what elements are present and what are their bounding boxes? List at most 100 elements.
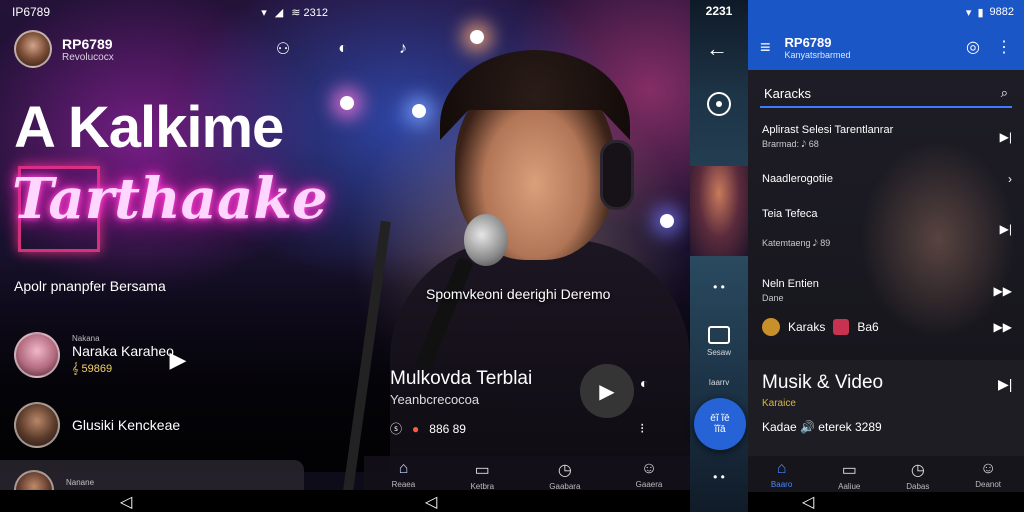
radio-icon[interactable]: ◎ [966, 37, 980, 57]
play-icon[interactable]: ▶| [1000, 130, 1012, 144]
search-placeholder: Karacks [764, 85, 811, 101]
strip-label: Iaarrv [708, 378, 730, 387]
signal-icon: ◢ [274, 6, 284, 19]
tab-profile[interactable]: ☺ Gaaera [636, 456, 663, 490]
video-caption: Spomvkeoni deerighi Deremo [426, 286, 611, 302]
system-nav-bar [0, 490, 690, 512]
profile-icon: ☺ [640, 460, 658, 477]
tab-home[interactable]: ⌂ Baaro [771, 456, 792, 492]
now-playing-title: Mulkovda Terblai [390, 368, 533, 389]
moon-icon[interactable]: ◐ [330, 36, 356, 62]
fast-forward-icon[interactable]: ▶▶ [994, 284, 1012, 298]
now-playing-subtitle: Yeanbcrecocoa [390, 392, 480, 407]
wifi-icon: ▾ [261, 6, 267, 19]
tab-home[interactable]: ⌂ Reaea [392, 456, 416, 490]
section-meta: Kadae 🔊 eterek 3289 [762, 420, 882, 434]
avatar [14, 402, 60, 448]
video-thumbnail[interactable] [690, 166, 748, 256]
track-eyebrow: Nanane [66, 477, 95, 487]
stage-light [660, 214, 674, 228]
explore-icon: ◷ [910, 462, 925, 479]
home-icon: ⌂ [776, 460, 787, 477]
search-input[interactable]: Karacks ⌕ [760, 80, 1012, 108]
wifi-icon: ▾ [965, 6, 972, 19]
item-title: Naadlerogotiie [762, 173, 833, 185]
tab-library[interactable]: ▭ Ketbra [470, 456, 494, 491]
cast-icon[interactable] [708, 326, 730, 344]
tab-label: Baaro [770, 480, 793, 489]
badge-row[interactable]: Karaks Ba6 ▶▶ [762, 318, 1012, 336]
strip-time: 2231 [705, 4, 733, 18]
share-icon[interactable]: ⚇ [270, 36, 296, 62]
bottom-tab-bar: ⌂ Baaro ▭ Aaliue ◷ Dabas ☺ Deanot [748, 456, 1024, 492]
tab-label: Gaaera [635, 480, 663, 489]
stage-light [412, 104, 426, 118]
hero-title: A Kalkime [14, 95, 284, 160]
nav-back-icon[interactable]: ◁ [425, 492, 437, 512]
tab-library[interactable]: ▭ Aaliue [838, 456, 860, 492]
play-icon[interactable]: ▶| [998, 376, 1012, 393]
dots-icon[interactable]: • • [690, 470, 748, 484]
list-item[interactable]: Neln Entien Dane ▶▶ [762, 278, 1012, 303]
app-subtitle: Kanyatsrbarmed [784, 49, 851, 60]
list-item[interactable]: Naadlerogotiie › [762, 172, 1012, 186]
tab-label: Dabas [906, 482, 930, 491]
fab-label: ēĩ ĩē [710, 413, 730, 424]
search-icon[interactable]: ⌕ [1001, 85, 1008, 101]
bottom-tab-bar: ⌂ Reaea ▭ Ketbra ◷ Gaabara ☺ Gaaera [364, 456, 690, 491]
play-button[interactable]: ▶ [152, 334, 204, 386]
list-item[interactable]: Glusiki Kenckeae [14, 402, 180, 448]
app-title: RP6789 [784, 34, 832, 50]
list-item[interactable]: Nakana Naraka Karaheo 𝄞 59869 [14, 332, 174, 378]
list-item[interactable]: Aplirast Selesi Tarentlanrar Brarmad: 𝅘𝅥… [762, 124, 1012, 150]
nav-back-icon[interactable]: ◁ [802, 492, 814, 512]
nav-back-icon[interactable]: ◁ [120, 492, 132, 512]
fab-button[interactable]: ēĩ ĩē ĩĩā [694, 398, 746, 450]
now-playing-play-button[interactable]: ▶ [580, 364, 634, 418]
tab-explore[interactable]: ◷ Dabas [906, 456, 929, 492]
battery-icon: ▮ [977, 6, 984, 19]
item-title: Aplirast Selesi Tarentlanrar [762, 124, 894, 136]
app-bar: ≡ RP6789 Kanyatsrbarmed ◎ ⋮ [748, 24, 1024, 70]
hero-neon-title: Tarthaake [12, 166, 328, 232]
fast-forward-icon[interactable]: ▶▶ [994, 320, 1012, 334]
item-title: Teia Tefeca [762, 208, 818, 220]
badge-label: Ba6 [857, 320, 879, 334]
back-arrow-icon[interactable]: ← [706, 36, 728, 62]
list-item[interactable]: Teia Tefeca Katemtaeng 𝅘𝅥𝅮 89 ▶| [762, 208, 1012, 249]
disc-icon[interactable] [707, 92, 731, 116]
tab-explore[interactable]: ◷ Gaabara [549, 456, 580, 491]
library-icon: ▭ [474, 462, 490, 479]
tab-label: Aaliue [838, 482, 861, 491]
status-right-text: ≋ 2312 [291, 6, 328, 19]
home-icon: ⌂ [398, 460, 409, 477]
profile-header[interactable]: RP6789 Revolucocx [14, 30, 114, 68]
strip-label: Sesaw [706, 348, 731, 357]
system-nav-bar [748, 492, 1024, 512]
now-playing-meta: ⓢ ● 886 89 [390, 420, 466, 437]
music-app-icon [833, 319, 850, 335]
play-icon[interactable]: ▶| [1000, 222, 1012, 236]
more-icon[interactable]: ⁝ [640, 420, 644, 437]
badge-label: Karaks [788, 320, 826, 334]
hero-subtitle: Apolr pnanpfer Bersama [14, 278, 166, 294]
chevron-right-icon[interactable]: › [1008, 172, 1012, 186]
reaction-icon[interactable]: ◐ [640, 375, 648, 391]
headphones [600, 140, 634, 210]
menu-icon[interactable]: ≡ [760, 37, 771, 58]
library-icon: ▭ [841, 462, 857, 479]
profile-icon: ☺ [979, 460, 997, 477]
tab-label: Deanot [975, 480, 1002, 489]
fab-label: ĩĩā [714, 424, 726, 435]
item-title: Neln Entien [762, 278, 819, 290]
fire-icon: ● [412, 421, 420, 436]
status-time: 9882 [989, 6, 1014, 18]
coin-icon [762, 318, 780, 336]
tab-profile[interactable]: ☺ Deanot [975, 456, 1001, 492]
avatar[interactable] [14, 30, 52, 68]
item-meta: Katemtaeng 𝅘𝅥𝅮 89 [762, 238, 831, 248]
item-meta: Brarmad: 𝅘𝅥𝅮 68 [762, 139, 819, 149]
overflow-menu-icon[interactable]: ⋮ [996, 37, 1012, 57]
dots-icon[interactable]: • • [690, 280, 748, 294]
mic-icon[interactable]: ♪ [390, 36, 416, 62]
